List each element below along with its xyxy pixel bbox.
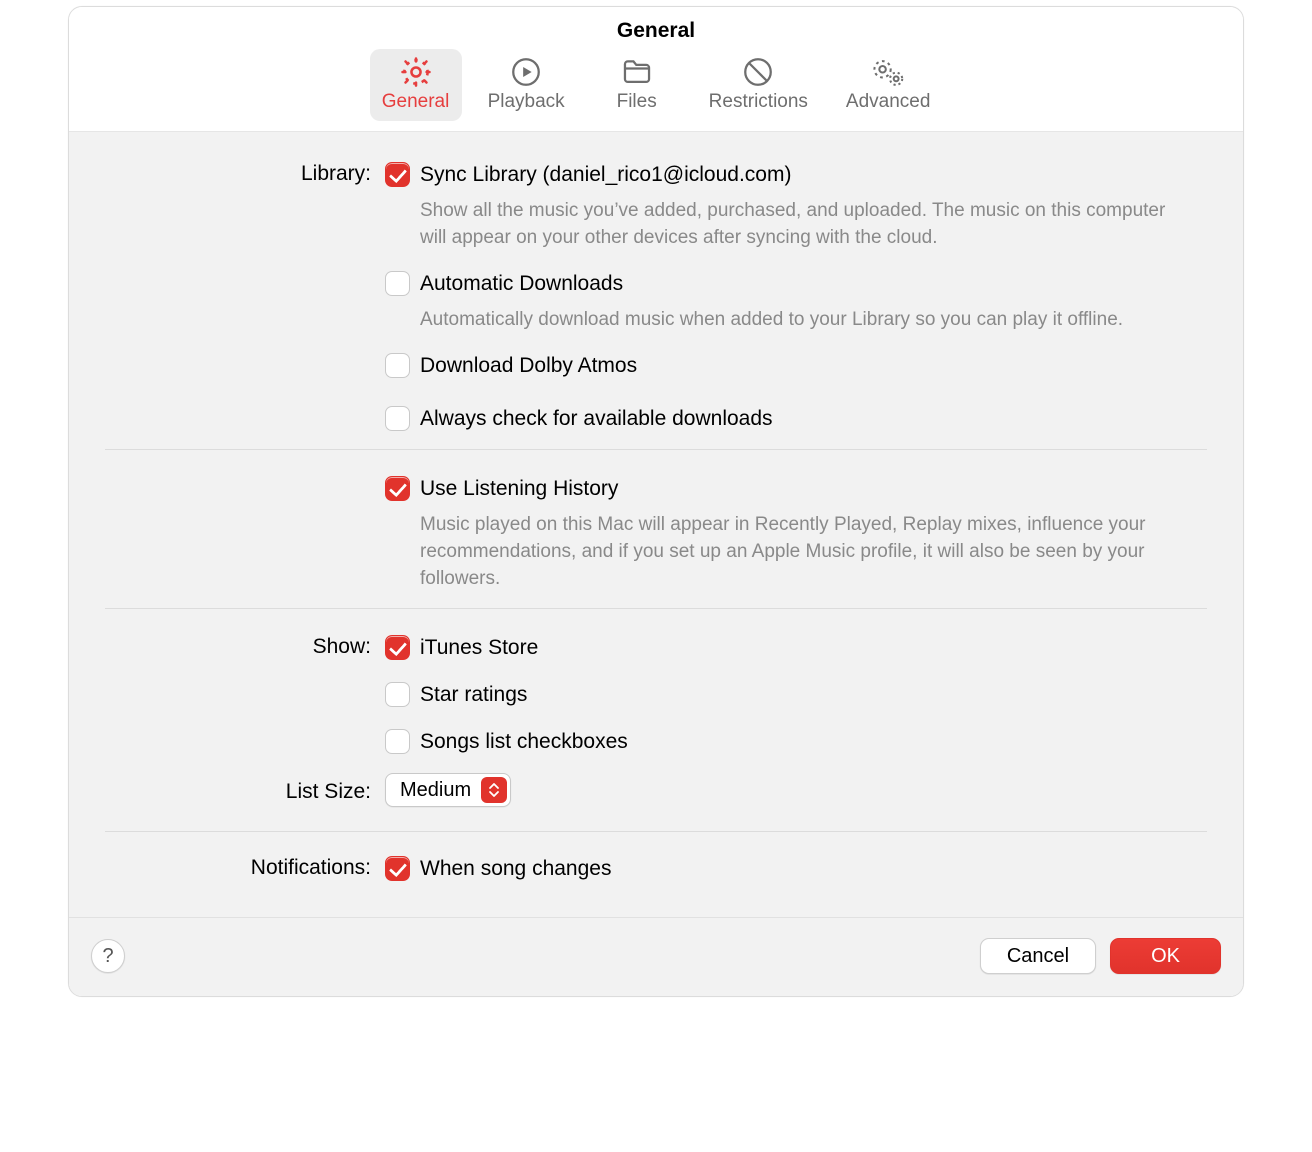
section-listening-history: Use Listening History Music played on th… — [105, 474, 1207, 600]
preferences-content: Library: Sync Library (daniel_rico1@iclo… — [69, 132, 1243, 917]
dolby-atmos-label: Download Dolby Atmos — [420, 351, 637, 380]
tab-playback[interactable]: Playback — [476, 49, 577, 121]
tab-advanced[interactable]: Advanced — [834, 49, 943, 121]
song-changes-label: When song changes — [420, 854, 611, 883]
sync-library-label: Sync Library (daniel_rico1@icloud.com) — [420, 160, 791, 189]
songs-checkboxes-label: Songs list checkboxes — [420, 727, 628, 756]
tab-label: Advanced — [846, 91, 931, 113]
checkbox-check-downloads[interactable] — [385, 406, 410, 431]
cancel-button[interactable]: Cancel — [980, 938, 1096, 974]
divider — [105, 449, 1207, 450]
checkbox-sync-library[interactable] — [385, 162, 410, 187]
check-downloads-label: Always check for available downloads — [420, 404, 773, 433]
listening-history-label: Use Listening History — [420, 474, 618, 503]
chevron-up-down-icon — [481, 777, 507, 803]
tab-label: Playback — [488, 91, 565, 113]
checkbox-itunes-store[interactable] — [385, 635, 410, 660]
section-library: Library: Sync Library (daniel_rico1@iclo… — [105, 160, 1207, 441]
no-entry-icon — [741, 55, 775, 89]
cancel-label: Cancel — [1007, 945, 1069, 968]
checkbox-dolby-atmos[interactable] — [385, 353, 410, 378]
row-star-ratings: Star ratings — [385, 680, 1207, 727]
checkbox-star-ratings[interactable] — [385, 682, 410, 707]
star-ratings-label: Star ratings — [420, 680, 527, 709]
row-check-downloads: Always check for available downloads — [385, 404, 1207, 441]
gear-icon — [399, 55, 433, 89]
window-header: General General — [69, 7, 1243, 132]
ok-button[interactable]: OK — [1110, 938, 1221, 974]
list-size-value: Medium — [400, 779, 481, 802]
row-list-size: Medium — [385, 776, 1207, 817]
row-song-changes: When song changes — [385, 854, 1207, 893]
listening-history-desc: Music played on this Mac will appear in … — [385, 511, 1175, 592]
divider — [105, 608, 1207, 609]
tab-general[interactable]: General — [370, 49, 462, 121]
divider — [105, 831, 1207, 832]
tab-label: Files — [617, 91, 657, 113]
tab-label: Restrictions — [709, 91, 808, 113]
checkbox-song-changes[interactable] — [385, 856, 410, 881]
window-title: General — [69, 19, 1243, 43]
section-show: Show: iTunes Store Star ratings Songs li… — [105, 633, 1207, 770]
play-circle-icon — [509, 55, 543, 89]
tab-restrictions[interactable]: Restrictions — [697, 49, 820, 121]
ok-label: OK — [1151, 945, 1180, 968]
preferences-window: General General — [68, 6, 1244, 997]
list-size-label: List Size: — [105, 776, 385, 817]
row-dolby-atmos: Download Dolby Atmos — [385, 351, 1207, 404]
auto-downloads-label: Automatic Downloads — [420, 269, 623, 298]
tab-label: General — [382, 91, 450, 113]
row-songs-checkboxes: Songs list checkboxes — [385, 727, 1207, 770]
folder-icon — [620, 55, 654, 89]
itunes-store-label: iTunes Store — [420, 633, 538, 662]
help-button[interactable]: ? — [91, 939, 125, 973]
row-listening-history: Use Listening History — [385, 474, 1207, 513]
show-label: Show: — [105, 633, 385, 770]
auto-downloads-desc: Automatically download music when added … — [385, 306, 1175, 333]
row-auto-downloads: Automatic Downloads — [385, 269, 1207, 308]
notifications-label: Notifications: — [105, 854, 385, 893]
section-list-size: List Size: Medium — [105, 776, 1207, 817]
row-itunes-store: iTunes Store — [385, 633, 1207, 680]
sync-library-desc: Show all the music you’ve added, purchas… — [385, 197, 1175, 251]
window-footer: ? Cancel OK — [69, 917, 1243, 996]
checkbox-songs-checkboxes[interactable] — [385, 729, 410, 754]
question-icon: ? — [102, 945, 113, 968]
toolbar: General Playback Files — [69, 49, 1243, 121]
section-notifications: Notifications: When song changes — [105, 854, 1207, 893]
list-size-select[interactable]: Medium — [385, 773, 511, 807]
row-sync-library: Sync Library (daniel_rico1@icloud.com) — [385, 160, 1207, 199]
library-label: Library: — [105, 160, 385, 441]
checkbox-auto-downloads[interactable] — [385, 271, 410, 296]
checkbox-listening-history[interactable] — [385, 476, 410, 501]
tab-files[interactable]: Files — [591, 49, 683, 121]
gears-icon — [869, 55, 907, 89]
